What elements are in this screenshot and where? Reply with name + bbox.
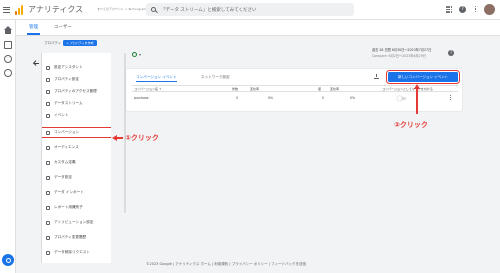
value-value: 0 (322, 96, 325, 100)
admin-gear-icon[interactable] (2, 254, 14, 266)
table-header: コンバージョン名 ↑ 件数 変化率 値 変化率 コンバージョンとしてマークを付け… (132, 85, 458, 92)
download-icon[interactable] (374, 74, 379, 79)
nav-item-data-settings[interactable]: データ設定 (42, 173, 111, 182)
table-row: purchase 0 0% 0 0% (132, 93, 458, 103)
custom-icon (46, 160, 50, 165)
home-icon[interactable] (4, 26, 12, 34)
delete-icon (46, 250, 50, 255)
help-circle-icon[interactable]: ? (448, 50, 454, 56)
avatar[interactable] (484, 4, 495, 15)
nav-item-reporting-identity[interactable]: レポート用識別子 (42, 203, 111, 212)
nav-item-custom-definitions[interactable]: カスタム定義 (42, 158, 111, 167)
nav-item-data-streams[interactable]: データストリーム (42, 99, 111, 108)
nav-item-access-management[interactable]: プロパティのアクセス管理 (42, 87, 111, 96)
compare-range-text: Compare: 6月2日〜2023年6月29日 (372, 54, 426, 58)
property-row: プロパティ + プロパティを作成 (44, 40, 97, 46)
attribution-icon (46, 220, 50, 225)
more-vert-icon[interactable] (450, 94, 452, 101)
apps-icon[interactable] (446, 6, 453, 13)
property-nav: 設定アシスタント プロパティ設定 プロパティのアクセス管理 データストリーム イ… (41, 53, 111, 263)
date-range-text: 過去 28 日間 6月30日〜2023年7月27日 (372, 48, 432, 52)
create-property-button[interactable]: + プロパティを作成 (63, 40, 97, 46)
people-icon (46, 89, 50, 94)
search-icon (151, 7, 156, 12)
admin-tabs: 管理 ユーザー (16, 20, 500, 36)
nav-item-conversions[interactable]: コンバージョン (42, 127, 111, 138)
nav-item-attribution-settings[interactable]: アトリビューション設定 (42, 218, 111, 227)
column-header: 変化率 (330, 87, 340, 91)
property-icon (46, 77, 50, 82)
count-value: 0 (236, 96, 239, 100)
nav-item-data-import[interactable]: データ インポート (42, 188, 111, 197)
checklist-icon (46, 65, 50, 70)
explore-icon[interactable] (4, 55, 12, 63)
search-input[interactable]: 「データ ストリーム」と検索してみてください (146, 3, 354, 16)
column-header: 件数 (232, 87, 239, 91)
column-header[interactable]: コンバージョン名 ↑ (134, 87, 161, 91)
status-check-icon[interactable] (132, 52, 137, 57)
audience-icon (46, 145, 50, 150)
nav-item-setup-assistant[interactable]: 設定アシスタント (42, 63, 111, 72)
nav-item-change-history[interactable]: プロパティ変更履歴 (42, 233, 111, 242)
count-change-value: 0% (268, 96, 274, 100)
callout-2-text: ②クリック (394, 121, 428, 129)
chevron-down-icon[interactable] (139, 54, 141, 56)
column-header: 変化率 (250, 87, 260, 91)
nav-item-events[interactable]: イベント (42, 111, 111, 120)
conversion-name: purchase (134, 96, 149, 100)
advertising-icon[interactable] (4, 69, 12, 77)
nav-item-property-settings[interactable]: プロパティ設定 (42, 75, 111, 84)
mark-as-conversion-toggle[interactable] (397, 95, 406, 101)
account-path: すべてのアカウント > Techcogram (97, 7, 147, 11)
history-icon (46, 235, 50, 240)
tab-conversion-events[interactable]: コンバージョン イベント (136, 75, 177, 82)
tab-admin[interactable]: 管理 (27, 24, 40, 35)
new-conversion-event-button[interactable]: 新しいコンバージョン イベント (386, 70, 460, 84)
flag-icon (46, 130, 50, 135)
id-icon (46, 205, 50, 210)
property-label: プロパティ (44, 40, 62, 45)
stream-icon (46, 101, 50, 106)
reports-icon[interactable] (4, 41, 12, 49)
property-panel: プロパティ + プロパティを作成 設定アシスタント プロパティ設定 プロパティの… (28, 38, 116, 263)
tab-user[interactable]: ユーザー (54, 24, 72, 30)
data-icon (46, 175, 50, 180)
help-icon[interactable]: ? (459, 6, 466, 13)
date-range-selector[interactable]: 過去 28 日間 6月30日〜2023年7月27日 Compare: 6月2日〜… (372, 47, 431, 58)
callout-1-text: ①クリック (125, 134, 159, 142)
footer: ©2023 Google | アナリティクス ホーム | 利用規約 | プライバ… (146, 262, 307, 266)
app-name: アナリティクス (28, 5, 84, 14)
search-placeholder: 「データ ストリーム」と検索してみてください (161, 7, 257, 13)
import-icon (46, 190, 50, 195)
more-vert-icon[interactable] (472, 6, 479, 13)
back-arrow-icon[interactable] (32, 59, 40, 67)
callout-click-1: ①クリック (112, 133, 159, 143)
menu-icon[interactable] (3, 4, 13, 16)
nav-item-data-deletion[interactable]: データ削除リクエスト (42, 248, 111, 257)
event-icon (46, 113, 50, 118)
analytics-logo (15, 4, 24, 15)
column-header: 値 (318, 87, 322, 91)
account-selector[interactable]: すべてのアカウント > Techcogram (97, 7, 146, 12)
value-change-value: 0% (350, 96, 356, 100)
tab-network-settings[interactable]: ネットワーク設定 (201, 75, 230, 80)
nav-item-audiences[interactable]: オーディエンス (42, 143, 111, 152)
left-rail (0, 20, 16, 273)
conversions-card: コンバージョン イベント ネットワーク設定 新しいコンバージョン イベント コン… (126, 69, 462, 111)
column-header: コンバージョンとしてマークを付ける (382, 87, 433, 91)
